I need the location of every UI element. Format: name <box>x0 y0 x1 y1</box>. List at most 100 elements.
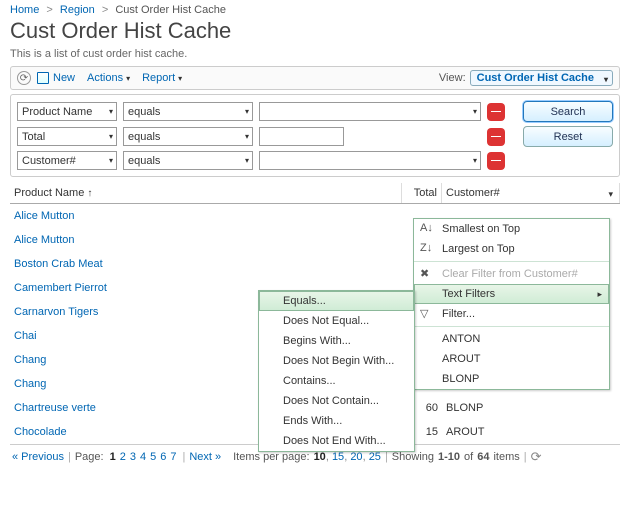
text-filter-does-not-contain[interactable]: Does Not Contain... <box>259 391 414 411</box>
view-select[interactable]: Cust Order Hist Cache ▾ <box>470 70 613 86</box>
menu-value[interactable]: AROUT <box>414 349 609 369</box>
chevron-down-icon: ▾ <box>608 189 613 200</box>
pager-ipp-label: Items per page: <box>233 451 309 463</box>
pager-prev[interactable]: « Previous <box>12 451 64 463</box>
col-header-label: Total <box>414 187 437 199</box>
view-value: Cust Order Hist Cache <box>477 72 594 84</box>
pager-page-2[interactable]: 2 <box>120 451 126 463</box>
menu-label: Largest on Top <box>442 243 515 255</box>
breadcrumb-current: Cust Order Hist Cache <box>115 4 226 16</box>
filter-field-label: Product Name <box>22 106 92 118</box>
filter-field-label: Total <box>22 131 45 143</box>
filter-op-select-2[interactable]: equals ▾ <box>123 151 253 170</box>
filter-op-label: equals <box>128 155 160 167</box>
customer-cell: BLONP <box>446 402 616 414</box>
menu-label: Text Filters <box>442 288 495 300</box>
menu-value[interactable]: ANTON <box>414 329 609 349</box>
chevron-down-icon: ▾ <box>109 132 113 141</box>
col-header-label: Customer# <box>446 187 500 199</box>
filter-value-input-1[interactable] <box>259 127 344 146</box>
filter-remove-button-1[interactable]: — <box>487 128 505 146</box>
menu-label: ANTON <box>442 333 480 345</box>
filter-op-label: equals <box>128 106 160 118</box>
breadcrumb-home[interactable]: Home <box>10 4 39 16</box>
pager-page-1: 1 <box>110 451 116 463</box>
filter-op-select-1[interactable]: equals ▾ <box>123 127 253 146</box>
toolbar: ⟳ New Actions ▾ Report ▾ View: Cust Orde… <box>10 66 620 90</box>
new-icon <box>37 72 49 84</box>
col-header-label: Product Name <box>14 187 84 199</box>
view-label: View: <box>439 72 466 84</box>
text-filter-ends-with[interactable]: Ends With... <box>259 411 414 431</box>
filter-field-select-0[interactable]: Product Name ▾ <box>17 102 117 121</box>
menu-value[interactable]: BLONP <box>414 369 609 389</box>
chevron-right-icon: ▸ <box>597 289 602 300</box>
actions-menu[interactable]: Actions ▾ <box>81 70 136 86</box>
menu-clear-filter: ✖ Clear Filter from Customer# <box>414 264 609 284</box>
pager-page-3[interactable]: 3 <box>130 451 136 463</box>
filter-value-select-0[interactable]: ▾ <box>259 102 481 121</box>
product-name-link[interactable]: Alice Mutton <box>14 234 406 246</box>
breadcrumb-region[interactable]: Region <box>60 4 95 16</box>
sort-asc-icon: ↑ <box>87 188 92 199</box>
filter-field-select-2[interactable]: Customer#▾ <box>17 151 117 170</box>
menu-label: Filter... <box>442 308 475 320</box>
text-filter-does-not-equal[interactable]: Does Not Equal... <box>259 311 414 331</box>
reset-button[interactable]: Reset <box>523 126 613 147</box>
text-filter-begins-with[interactable]: Begins With... <box>259 331 414 351</box>
pager-total: 64 <box>477 451 489 463</box>
filter-field-select-1[interactable]: Total ▾ <box>17 127 117 146</box>
pager-ipp-15[interactable]: 15 <box>332 451 344 463</box>
pager-ipp-25[interactable]: 25 <box>369 451 381 463</box>
chevron-down-icon: ▾ <box>473 107 477 116</box>
page-subtitle: This is a list of cust order hist cache. <box>10 48 620 60</box>
text-filter-does-not-begin-with[interactable]: Does Not Begin With... <box>259 351 414 371</box>
funnel-icon: ▽ <box>420 307 428 320</box>
text-filter-equals[interactable]: Equals... <box>259 291 414 311</box>
text-filters-submenu: Equals...Does Not Equal...Begins With...… <box>258 290 415 452</box>
pager-items-label: items <box>493 451 519 463</box>
col-header-customer[interactable]: Customer# ▾ <box>442 183 620 203</box>
chevron-down-icon: ▾ <box>245 156 249 165</box>
breadcrumb-sep: > <box>102 4 108 16</box>
product-name-link[interactable]: Alice Mutton <box>14 210 406 222</box>
filter-remove-button-2[interactable]: — <box>487 152 505 170</box>
text-filter-contains[interactable]: Contains... <box>259 371 414 391</box>
col-header-product-name[interactable]: Product Name ↑ <box>10 183 402 203</box>
filter-op-label: equals <box>128 131 160 143</box>
filter-op-select-0[interactable]: equals▾ <box>123 102 253 121</box>
menu-largest-on-top[interactable]: Z↓ Largest on Top <box>414 239 609 259</box>
chevron-down-icon: ▾ <box>109 107 113 116</box>
pager-page-6[interactable]: 6 <box>160 451 166 463</box>
pager-next[interactable]: Next » <box>189 451 221 463</box>
breadcrumb: Home > Region > Cust Order Hist Cache <box>10 4 620 18</box>
pager-page-7[interactable]: 7 <box>170 451 176 463</box>
pager-of-label: of <box>464 451 473 463</box>
pager-ipp-20[interactable]: 20 <box>350 451 362 463</box>
filter-area: Product Name▾ equals▾ ▾ — Search Total▾ … <box>10 94 620 177</box>
pager-page-5[interactable]: 5 <box>150 451 156 463</box>
chevron-down-icon: ▾ <box>245 132 249 141</box>
grid-header: Product Name ↑ Total Customer# ▾ <box>10 183 620 204</box>
pager-showing-label: Showing <box>392 451 434 463</box>
product-name-link[interactable]: Boston Crab Meat <box>14 258 406 270</box>
report-menu[interactable]: Report ▾ <box>136 70 188 86</box>
reload-icon[interactable]: ⟳ <box>531 449 542 465</box>
refresh-icon[interactable]: ⟳ <box>17 71 31 85</box>
menu-text-filters[interactable]: Text Filters ▸ <box>414 284 609 304</box>
menu-smallest-on-top[interactable]: A↓ Smallest on Top <box>414 219 609 239</box>
new-label: New <box>53 72 75 84</box>
filter-remove-button-0[interactable]: — <box>487 103 505 121</box>
search-button[interactable]: Search <box>523 101 613 122</box>
customer-cell: AROUT <box>446 426 616 438</box>
new-button[interactable]: New <box>31 70 81 86</box>
menu-label: Clear Filter from Customer# <box>442 268 578 280</box>
sort-asc-icon: A↓ <box>420 222 433 234</box>
text-filter-does-not-end-with[interactable]: Does Not End With... <box>259 431 414 451</box>
col-header-total[interactable]: Total <box>402 183 442 203</box>
pager-range: 1-10 <box>438 451 460 463</box>
pager-page-4[interactable]: 4 <box>140 451 146 463</box>
filter-value-select-2[interactable]: ▾ <box>259 151 481 170</box>
menu-label: Smallest on Top <box>442 223 520 235</box>
menu-filter[interactable]: ▽ Filter... <box>414 304 609 324</box>
